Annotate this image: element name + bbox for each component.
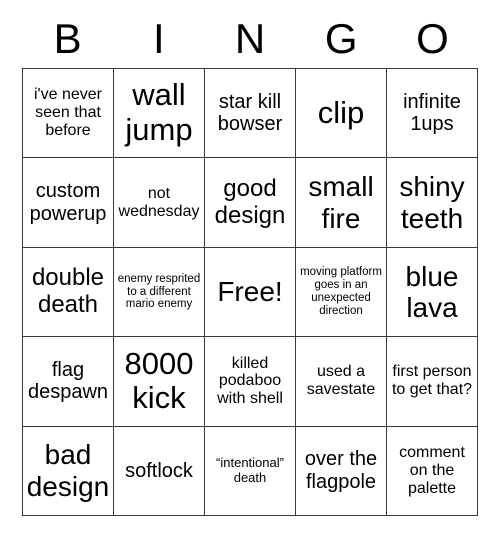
bingo-cell[interactable]: i've never seen that before [23, 69, 114, 159]
bingo-cell-label: “intentional” death [216, 455, 284, 485]
bingo-cell-label: shiny teeth [399, 171, 465, 234]
bingo-cell[interactable]: infinite 1ups [387, 69, 478, 159]
bingo-header: B I N G O [22, 10, 478, 68]
bingo-header-letter-b: B [53, 15, 82, 62]
bingo-cell[interactable]: over the flagpole [296, 426, 387, 516]
bingo-cell[interactable]: clip [296, 69, 387, 159]
bingo-cell[interactable]: star kill bowser [205, 69, 296, 159]
bingo-cell-label: moving platform goes in an unexpected di… [300, 266, 382, 317]
bingo-grid: i've never seen that before wall jump st… [22, 68, 478, 516]
bingo-cell-label: i've never seen that before [34, 86, 102, 140]
bingo-cell-label: good design [214, 174, 286, 229]
bingo-cell-label: not wednesday [118, 184, 200, 220]
bingo-cell[interactable]: moving platform goes in an unexpected di… [296, 247, 387, 338]
bingo-cell-label: small fire [308, 171, 374, 234]
bingo-cell-label: Free! [217, 276, 283, 308]
bingo-cell-label: bad design [26, 439, 110, 502]
bingo-cell-label: over the flagpole [304, 448, 378, 493]
bingo-cell[interactable]: killed podaboo with shell [205, 337, 296, 427]
bingo-cell[interactable]: comment on the palette [387, 426, 478, 516]
bingo-cell[interactable]: double death [23, 247, 114, 338]
bingo-cell-label: 8000 kick [124, 345, 194, 416]
bingo-cell[interactable]: 8000 kick [114, 337, 205, 427]
bingo-cell-label: double death [31, 264, 105, 318]
bingo-cell-label: infinite 1ups [403, 90, 461, 136]
bingo-card: B I N G O i've never seen that before wa… [0, 0, 500, 544]
bingo-cell[interactable]: small fire [296, 158, 387, 248]
bingo-cell-label: blue lava [405, 260, 459, 323]
bingo-header-letter-g: G [324, 15, 358, 62]
bingo-cell[interactable]: softlock [114, 426, 205, 516]
bingo-cell-label: enemy resprited to a different mario ene… [117, 272, 201, 311]
bingo-cell[interactable]: bad design [23, 426, 114, 516]
bingo-cell-label: star kill bowser [217, 90, 283, 136]
bingo-cell[interactable]: shiny teeth [387, 158, 478, 248]
bingo-header-letter-n: N [234, 15, 266, 62]
bingo-cell-label: first person to get that? [391, 363, 473, 399]
bingo-cell[interactable]: wall jump [114, 69, 205, 159]
bingo-cell-label: custom powerup [29, 180, 107, 225]
bingo-cell-label: used a savestate [306, 363, 376, 399]
bingo-cell[interactable]: “intentional” death [205, 426, 296, 516]
bingo-cell-label: clip [317, 94, 365, 130]
bingo-cell[interactable]: blue lava [387, 247, 478, 338]
bingo-cell-label: comment on the palette [399, 443, 465, 497]
bingo-cell[interactable]: used a savestate [296, 337, 387, 427]
bingo-cell[interactable]: good design [205, 158, 296, 248]
bingo-cell[interactable]: custom powerup [23, 158, 114, 248]
bingo-cell-label: wall jump [125, 77, 193, 148]
bingo-cell[interactable]: flag despawn [23, 337, 114, 427]
bingo-cell-label: flag despawn [27, 359, 109, 404]
bingo-cell-label: softlock [125, 459, 193, 482]
bingo-cell[interactable]: first person to get that? [387, 337, 478, 427]
bingo-cell[interactable]: not wednesday [114, 158, 205, 248]
bingo-header-letter-o: O [416, 15, 449, 62]
bingo-cell-free[interactable]: Free! [205, 247, 296, 338]
bingo-cell[interactable]: enemy resprited to a different mario ene… [114, 247, 205, 338]
bingo-header-letter-i: I [152, 15, 165, 62]
bingo-cell-label: killed podaboo with shell [217, 354, 283, 408]
